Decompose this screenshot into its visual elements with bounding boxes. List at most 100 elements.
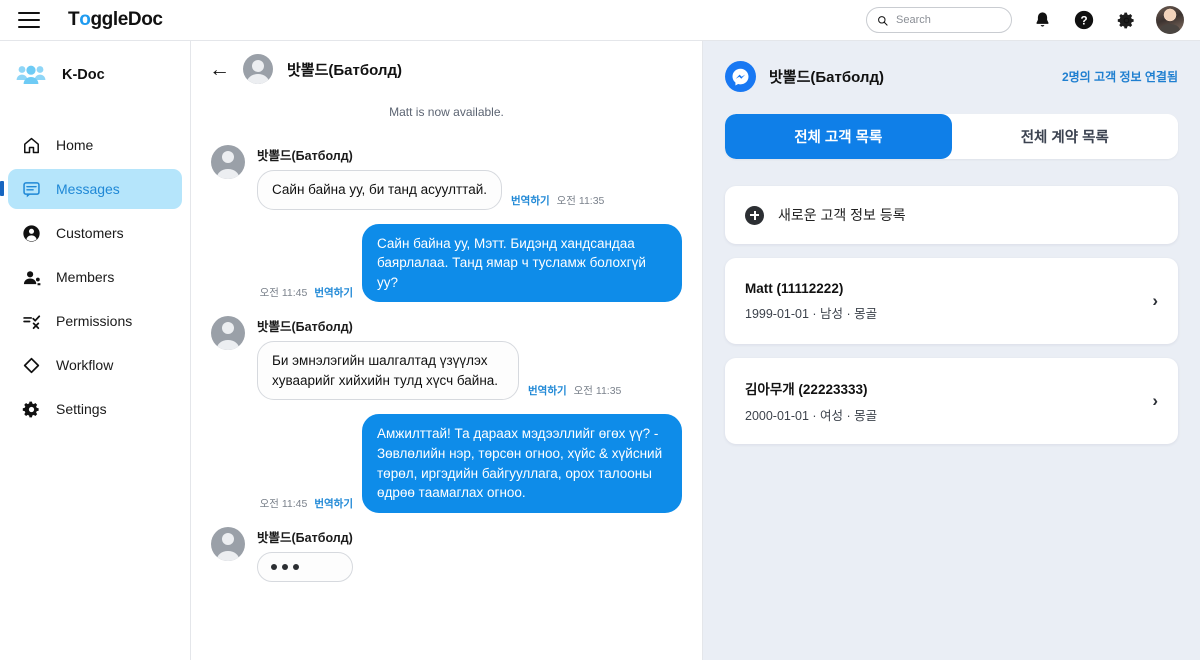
chevron-right-icon[interactable]: › — [1152, 391, 1158, 411]
help-button[interactable]: ? — [1072, 8, 1096, 32]
typing-dot — [293, 563, 299, 570]
customer-card[interactable]: Matt (11112222) 1999-01-01 · 남성 · 몽골 › — [725, 258, 1178, 344]
sidebar-item-workflow[interactable]: Workflow — [8, 345, 182, 385]
hamburger-menu-icon[interactable] — [18, 12, 40, 28]
sidebar-item-customers[interactable]: Customers — [8, 213, 182, 253]
message-bubble[interactable]: Сайн байна уу, би танд асуулттай. — [257, 170, 502, 210]
panel-header: 밧뽈드(Батболд) 2명의 고객 정보 연결됨 — [725, 61, 1178, 92]
message-meta: 오전 11:45 번역하기 — [260, 285, 353, 302]
chat-message-list[interactable]: Matt is now available. 밧뽈드(Батболд) Сайн… — [191, 83, 702, 660]
message-column: 밧뽈드(Батболд) Би эмнэлэгийн шалгалтад үзү… — [257, 316, 622, 401]
notifications-button[interactable] — [1030, 8, 1054, 32]
search-input[interactable] — [896, 14, 1001, 26]
logo-text-part2: ggleDoc — [90, 9, 163, 30]
sidebar-item-label: Home — [56, 137, 94, 153]
chat-header: ← 밧뽈드(Батболд) — [191, 41, 702, 84]
bubble-line: 오전 11:45 번역하기 Амжилттай! Та дараах мэдээ… — [260, 414, 682, 513]
message-row: 오전 11:45 번역하기 Сайн байна уу, Мэтт. Бидэн… — [211, 223, 682, 303]
panel-contact-name: 밧뽈드(Батболд) — [769, 69, 884, 86]
translate-link[interactable]: 번역하기 — [511, 193, 550, 208]
sidebar-item-permissions[interactable]: Permissions — [8, 301, 182, 341]
help-icon: ? — [1074, 10, 1094, 30]
sidebar-item-settings[interactable]: Settings — [8, 389, 182, 429]
user-avatar[interactable] — [1156, 6, 1184, 34]
sidebar: K-Doc Home Messages Customers Members Pe… — [0, 41, 191, 660]
typing-dot — [282, 563, 288, 570]
sidebar-item-members[interactable]: Members — [8, 257, 182, 297]
chat-header-avatar — [243, 54, 273, 84]
avatar — [211, 316, 245, 351]
message-column: 밧뽈드(Батболд) — [257, 527, 353, 582]
settings-button[interactable] — [1114, 8, 1138, 32]
message-icon — [21, 179, 42, 200]
bubble-line: 오전 11:45 번역하기 Сайн байна уу, Мэтт. Бидэн… — [260, 223, 682, 303]
translate-link[interactable]: 번역하기 — [314, 285, 353, 300]
sidebar-brand[interactable]: K-Doc — [0, 63, 190, 87]
customer-name: Matt (11112222) — [745, 280, 844, 296]
topbar-actions: ? — [866, 6, 1184, 34]
panel-tabs: 전체 고객 목록 전체 계약 목록 — [725, 114, 1178, 159]
customer-name: 김아무개 (22223333) — [745, 382, 868, 397]
chat-header-name: 밧뽈드(Батболд) — [287, 61, 402, 79]
messenger-icon — [725, 61, 756, 92]
sidebar-item-label: Settings — [56, 401, 107, 417]
sidebar-item-label: Messages — [56, 181, 120, 197]
tab-customer-list[interactable]: 전체 고객 목록 — [725, 114, 952, 159]
translate-link[interactable]: 번역하기 — [314, 496, 353, 511]
message-bubble[interactable]: Сайн байна уу, Мэтт. Бидэнд хандсандаа б… — [362, 223, 682, 303]
logo-text-part1: T — [68, 9, 80, 30]
app-root: ToggleDoc ? — [0, 0, 1200, 660]
people-icon — [21, 267, 42, 288]
customer-details: 2000-01-01 · 여성 · 몽골 — [745, 409, 878, 423]
message-time: 오전 11:35 — [573, 385, 622, 398]
add-customer-button[interactable]: 새로운 고객 정보 등록 — [725, 186, 1178, 244]
translate-link[interactable]: 번역하기 — [528, 383, 567, 398]
system-note: Matt is now available. — [389, 105, 504, 119]
app-logo[interactable]: To ggleDoc — [68, 9, 163, 31]
sidebar-item-home[interactable]: Home — [8, 125, 182, 165]
sidebar-item-label: Members — [56, 269, 115, 285]
sidebar-item-label: Permissions — [56, 313, 133, 329]
typing-indicator — [257, 551, 353, 582]
gear-icon — [21, 399, 42, 420]
svg-text:?: ? — [1080, 14, 1087, 27]
permissions-icon — [21, 311, 42, 332]
add-customer-label: 새로운 고객 정보 등록 — [778, 207, 906, 223]
back-arrow-icon[interactable]: ← — [209, 59, 230, 80]
bubble-line: Би эмнэлэгийн шалгалтад үзүүлэх хуваарий… — [257, 341, 622, 401]
tab-contract-list[interactable]: 전체 계약 목록 — [951, 114, 1178, 159]
customer-info: 김아무개 (22223333) 2000-01-01 · 여성 · 몽골 — [745, 378, 877, 424]
message-sender: 밧뽈드(Батболд) — [257, 320, 353, 335]
message-row: 오전 11:45 번역하기 Амжилттай! Та дараах мэдээ… — [211, 414, 682, 513]
customer-panel: 밧뽈드(Батболд) 2명의 고객 정보 연결됨 전체 고객 목록 전체 계… — [703, 41, 1200, 660]
group-people-icon — [16, 65, 46, 84]
sidebar-item-label: Workflow — [56, 357, 114, 373]
sidebar-item-messages[interactable]: Messages — [0, 169, 182, 209]
plus-icon — [745, 205, 764, 225]
sidebar-brand-label: K-Doc — [62, 67, 105, 83]
linked-customers-link[interactable]: 2명의 고객 정보 연결됨 — [1062, 68, 1178, 85]
logo-accent-o: o — [79, 9, 91, 30]
customer-info: Matt (11112222) 1999-01-01 · 남성 · 몽골 — [745, 281, 877, 322]
message-meta: 오전 11:45 번역하기 — [260, 496, 353, 513]
message-time: 오전 11:45 — [259, 497, 308, 510]
home-icon — [21, 135, 42, 156]
message-row: 밧뽈드(Батболд) Сайн байна уу, би танд асуу… — [211, 145, 682, 210]
message-time: 오전 11:35 — [556, 194, 605, 207]
main-body: K-Doc Home Messages Customers Members Pe… — [0, 41, 1200, 660]
chevron-right-icon[interactable]: › — [1152, 291, 1158, 311]
message-row: 밧뽈드(Батболд) Би эмнэлэгийн шалгалтад үзү… — [211, 316, 682, 401]
message-bubble[interactable]: Амжилттай! Та дараах мэдээллийг өгөх үү?… — [362, 414, 682, 513]
sidebar-nav: Home Messages Customers Members Permissi… — [0, 125, 190, 429]
message-sender: 밧뽈드(Батболд) — [257, 530, 353, 545]
bubble-line: Сайн байна уу, би танд асуулттай. 번역하기 오… — [257, 170, 604, 210]
chat-panel: ← 밧뽈드(Батболд) Matt is now available. 밧뽈… — [191, 41, 703, 660]
message-time: 오전 11:45 — [259, 287, 308, 300]
customer-card[interactable]: 김아무개 (22223333) 2000-01-01 · 여성 · 몽골 › — [725, 358, 1178, 444]
message-meta: 번역하기 오전 11:35 — [511, 193, 604, 210]
message-bubble[interactable]: Би эмнэлэгийн шалгалтад үзүүлэх хуваарий… — [257, 341, 519, 401]
search-icon — [878, 15, 888, 26]
typing-dot — [271, 563, 277, 570]
customer-details: 1999-01-01 · 남성 · 몽골 — [745, 306, 878, 321]
search-box[interactable] — [866, 7, 1012, 33]
